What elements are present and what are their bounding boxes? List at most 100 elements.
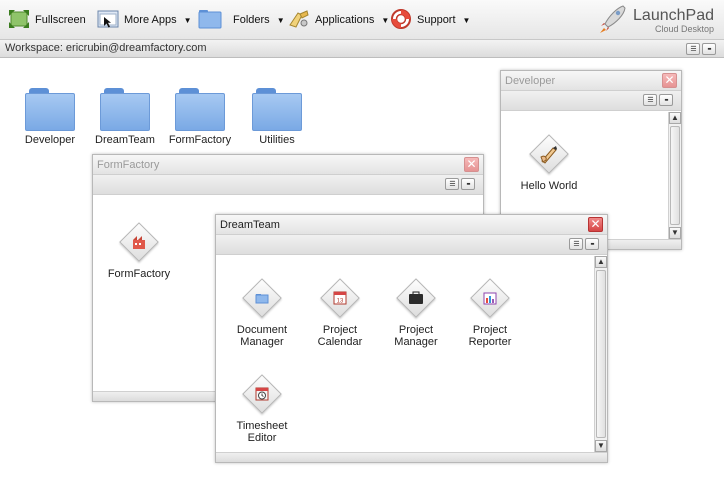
app-formfactory[interactable]: FormFactory (99, 220, 179, 280)
grid-view-button[interactable]: ▪▪ (585, 238, 599, 250)
fullscreen-button[interactable]: Fullscreen (8, 7, 86, 33)
scroll-down-icon[interactable]: ▼ (669, 227, 681, 239)
app-label-line2: Editor (247, 432, 277, 444)
brand-title: LaunchPad (633, 6, 714, 24)
app-label-line1: Project (398, 324, 434, 336)
applications-chevron-down-icon: ▼ (381, 15, 390, 25)
folders-menu[interactable]: Folders ▼ (198, 7, 285, 33)
folder-icon (100, 88, 150, 132)
app-label-line2: Manager (240, 336, 284, 348)
applications-menu[interactable]: Applications ▼ (288, 7, 389, 33)
workspace-label: Workspace: ericrubin@dreamfactory.com (5, 42, 207, 54)
more-apps-label: More Apps (124, 14, 177, 26)
folder-icon (25, 88, 75, 132)
grid-view-icon: ▪▪ (707, 45, 712, 53)
rocket-icon (599, 4, 627, 37)
window-title: Developer (505, 75, 556, 87)
calendar-icon: 13 (333, 291, 347, 305)
close-button[interactable]: ✕ (662, 73, 677, 88)
close-icon: ✕ (590, 217, 601, 231)
brand-subtitle: Cloud Desktop (654, 23, 714, 34)
window-subbar: ☰ ▪▪ (501, 91, 681, 111)
vertical-scrollbar[interactable]: ▲ ▼ (668, 112, 681, 239)
lifebuoy-icon (390, 8, 412, 33)
list-view-icon: ☰ (647, 96, 653, 104)
scroll-up-icon[interactable]: ▲ (595, 256, 607, 268)
document-folder-icon (255, 294, 269, 304)
window-titlebar[interactable]: Developer ✕ (501, 71, 681, 91)
list-view-icon: ☰ (690, 45, 696, 53)
app-label-line1: Timesheet (236, 420, 288, 432)
support-menu[interactable]: Support ▼ (390, 7, 470, 33)
grid-view-button[interactable]: ▪▪ (659, 94, 673, 106)
list-view-button[interactable]: ☰ (569, 238, 583, 250)
scroll-thumb[interactable] (670, 126, 680, 225)
app-label-line1: Project (472, 324, 508, 336)
desktop-folder-dreamteam[interactable]: DreamTeam (90, 88, 160, 146)
grid-view-button[interactable]: ▪▪ (702, 43, 716, 55)
grid-view-icon: ▪▪ (466, 180, 471, 188)
app-label: FormFactory (107, 268, 171, 280)
app-label: Project Manager (376, 324, 456, 348)
window-titlebar[interactable]: FormFactory ✕ (93, 155, 483, 175)
grid-view-button[interactable]: ▪▪ (461, 178, 475, 190)
folder-label: Utilities (259, 134, 295, 146)
app-project-reporter[interactable]: Project Reporter (450, 276, 530, 348)
folder-icon (198, 9, 222, 32)
grid-view-icon: ▪▪ (664, 96, 669, 104)
folder-label: FormFactory (168, 134, 232, 146)
list-view-icon: ☰ (449, 180, 455, 188)
close-button[interactable]: ✕ (464, 157, 479, 172)
folder-icon (175, 88, 225, 132)
grid-view-icon: ▪▪ (590, 240, 595, 248)
app-label-line2: Manager (394, 336, 438, 348)
window-title: DreamTeam (220, 219, 280, 231)
calendar-day-number: 13 (337, 299, 344, 305)
window-content: Document Manager 13 Project Calendar Pro… (216, 256, 607, 452)
list-view-button[interactable]: ☰ (445, 178, 459, 190)
more-apps-icon (97, 9, 119, 32)
workspace-view-toggle: ☰ ▪▪ (686, 43, 716, 55)
desktop-folder-formfactory[interactable]: FormFactory (165, 88, 235, 146)
window-titlebar[interactable]: DreamTeam ✕ (216, 215, 607, 235)
app-hello-world[interactable]: Hello World (509, 132, 589, 192)
list-view-button[interactable]: ☰ (686, 43, 700, 55)
window-view-toggle: ☰ ▪▪ (569, 238, 599, 250)
window-view-toggle: ☰ ▪▪ (445, 178, 475, 190)
app-label-line2: Reporter (468, 336, 512, 348)
applications-label: Applications (315, 14, 375, 26)
clock-icon (255, 387, 269, 401)
window-title: FormFactory (97, 159, 160, 171)
app-label: Project Calendar (300, 324, 380, 348)
folder-icon (252, 88, 302, 132)
window-subbar: ☰ ▪▪ (93, 175, 483, 195)
app-timesheet-editor[interactable]: Timesheet Editor (222, 372, 302, 444)
more-apps-menu[interactable]: More Apps ▼ (97, 7, 192, 33)
briefcase-icon (409, 291, 423, 304)
desktop-folder-developer[interactable]: Developer (15, 88, 85, 146)
top-toolbar: Fullscreen More Apps ▼ Folders ▼ Applica… (0, 0, 724, 40)
app-project-calendar[interactable]: 13 Project Calendar (300, 276, 380, 348)
window-statusbar (216, 452, 607, 462)
workspace-bar: Workspace: ericrubin@dreamfactory.com ☰ … (0, 40, 724, 58)
support-label: Support (417, 14, 456, 26)
list-view-button[interactable]: ☰ (643, 94, 657, 106)
close-button[interactable]: ✕ (588, 217, 603, 232)
support-chevron-down-icon: ▼ (462, 15, 471, 25)
window-view-toggle: ☰ ▪▪ (643, 94, 673, 106)
app-label: Hello World (520, 180, 578, 192)
vertical-scrollbar[interactable]: ▲ ▼ (594, 256, 607, 452)
app-label: Document Manager (222, 324, 302, 348)
app-document-manager[interactable]: Document Manager (222, 276, 302, 348)
scroll-thumb[interactable] (596, 270, 606, 438)
folders-label: Folders (233, 14, 270, 26)
close-icon: ✕ (466, 157, 477, 171)
window-subbar: ☰ ▪▪ (216, 235, 607, 255)
app-project-manager[interactable]: Project Manager (376, 276, 456, 348)
scroll-up-icon[interactable]: ▲ (669, 112, 681, 124)
desktop-folder-utilities[interactable]: Utilities (242, 88, 312, 146)
fullscreen-label: Fullscreen (35, 14, 86, 26)
scroll-down-icon[interactable]: ▼ (595, 440, 607, 452)
app-label-line1: Project (322, 324, 358, 336)
folder-label: DreamTeam (95, 134, 155, 146)
